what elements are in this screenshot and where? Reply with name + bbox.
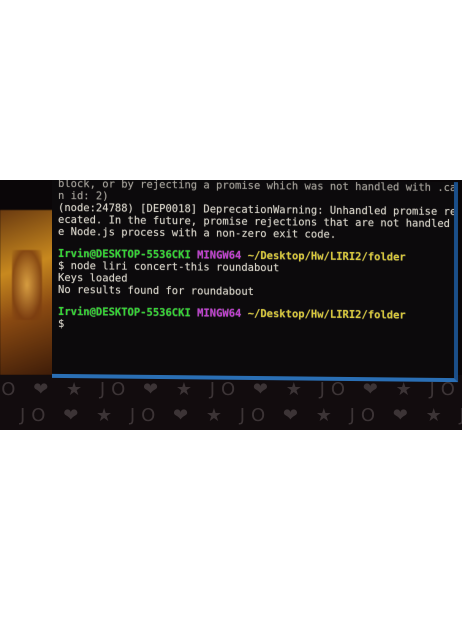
prompt-user-host: Irvin@DESKTOP-5536CKI bbox=[58, 305, 191, 320]
prompt-path: ~/Desktop/Hw/LIRI2/folder bbox=[247, 307, 406, 322]
wallpaper-row: JO ❤ ★ JO ❤ ★ JO ❤ ★ JO ❤ ★ JO ❤ ★ JO ❤ bbox=[20, 405, 462, 426]
wallpaper-pattern: JO ❤ ★ JO ❤ ★ JO ❤ ★ JO ❤ ★ JO ❤ ★ JO ❤ … bbox=[0, 375, 462, 430]
photo-frame: JO ❤ ★ JO ❤ ★ JO ❤ ★ JO ❤ ★ JO ❤ ★ JO ❤ … bbox=[0, 180, 462, 430]
terminal-window[interactable]: block, or by rejecting a promise which w… bbox=[52, 180, 458, 383]
wallpaper-row: JO ❤ ★ JO ❤ ★ JO ❤ ★ JO ❤ ★ JO ❤ ★ JO ❤ bbox=[0, 379, 462, 400]
prompt-shell: MINGW64 bbox=[197, 307, 242, 320]
prompt-shell: MINGW64 bbox=[197, 249, 242, 262]
